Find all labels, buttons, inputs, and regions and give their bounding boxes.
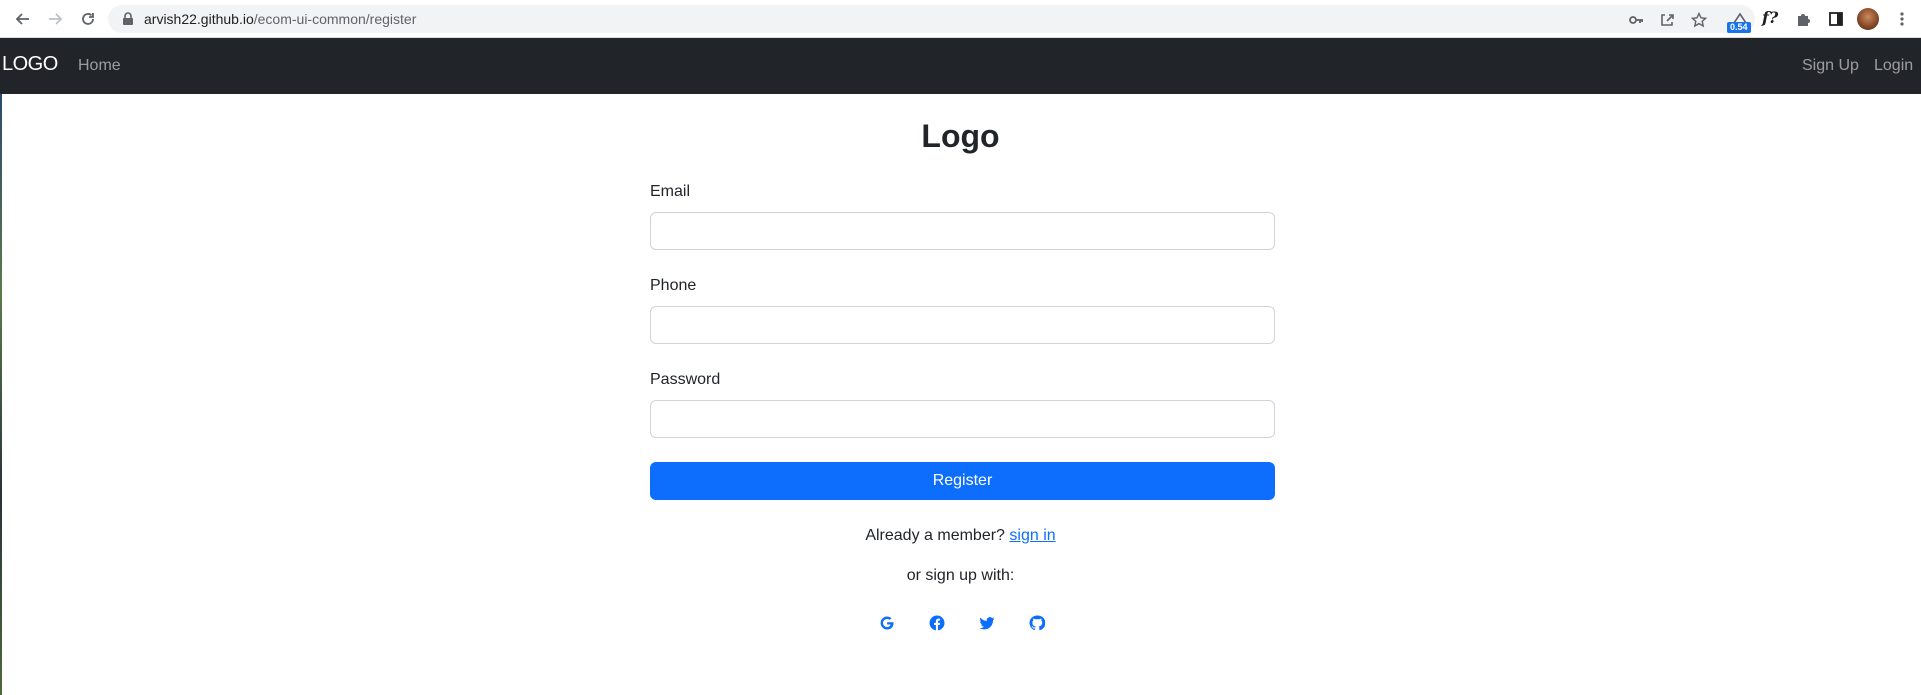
window-edge <box>0 94 2 695</box>
url-text: arvish22.github.io/ecom-ui-common/regist… <box>144 11 416 27</box>
phone-label: Phone <box>650 277 697 294</box>
nav-link-signup[interactable]: Sign Up <box>1802 57 1859 75</box>
back-arrow-icon[interactable] <box>11 7 35 31</box>
github-icon[interactable] <box>1026 612 1048 634</box>
url-path: /ecom-ui-common/register <box>253 11 417 27</box>
extension-badge: 0.54 <box>1727 22 1751 33</box>
register-button[interactable]: Register <box>650 462 1275 500</box>
navbar: LOGO Home Sign Up Login <box>0 38 1921 94</box>
email-label: Email <box>650 183 691 200</box>
nav-link-home[interactable]: Home <box>78 57 121 75</box>
password-field[interactable] <box>650 400 1275 438</box>
forward-arrow-icon[interactable] <box>43 7 67 31</box>
reload-icon[interactable] <box>76 7 100 31</box>
url-host: arvish22.github.io <box>144 11 254 27</box>
kebab-menu-icon[interactable] <box>1891 8 1913 30</box>
star-icon[interactable] <box>1691 12 1707 28</box>
avatar[interactable] <box>1857 8 1879 30</box>
twitter-icon[interactable] <box>976 612 998 634</box>
already-member-text: Already a member? sign in <box>0 527 1921 545</box>
page-title: Logo <box>921 118 1000 154</box>
email-field[interactable] <box>650 212 1275 250</box>
password-label: Password <box>650 371 721 388</box>
sign-in-link[interactable]: sign in <box>1009 527 1055 544</box>
navbar-brand[interactable]: LOGO <box>2 53 58 76</box>
key-icon[interactable] <box>1628 12 1644 28</box>
side-panel-icon[interactable] <box>1825 8 1847 30</box>
signup-with-text: or sign up with: <box>906 567 1015 584</box>
phone-field[interactable] <box>650 306 1275 344</box>
puzzle-icon[interactable] <box>1792 8 1814 30</box>
browser-toolbar: arvish22.github.io/ecom-ui-common/regist… <box>0 0 1921 38</box>
google-icon[interactable] <box>876 612 898 634</box>
nav-link-login[interactable]: Login <box>1874 57 1913 75</box>
already-member-label: Already a member? <box>865 527 1005 544</box>
address-bar[interactable]: arvish22.github.io/ecom-ui-common/regist… <box>108 5 1755 33</box>
fx-extension-icon[interactable]: f? <box>1762 8 1778 27</box>
facebook-icon[interactable] <box>926 612 948 634</box>
share-icon[interactable] <box>1659 12 1675 28</box>
lock-icon[interactable] <box>122 12 136 26</box>
